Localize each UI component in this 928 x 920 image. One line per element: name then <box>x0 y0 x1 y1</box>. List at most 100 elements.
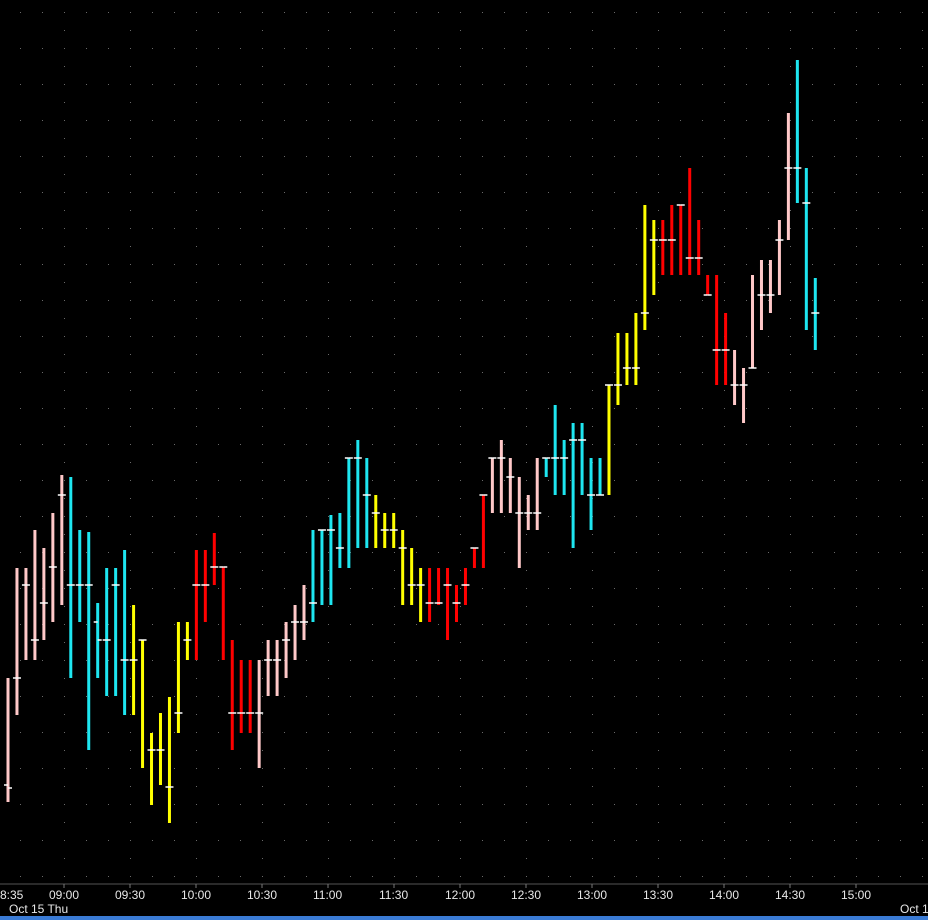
grid-dot <box>438 660 439 661</box>
grid-dot <box>262 282 263 283</box>
grid-dot <box>724 210 725 211</box>
grid-dot <box>482 804 483 805</box>
grid-dot <box>64 606 65 607</box>
grid-dot <box>152 48 153 49</box>
grid-dot <box>394 48 395 49</box>
grid-dot <box>834 588 835 589</box>
grid-dot <box>856 552 857 553</box>
grid-dot <box>20 768 21 769</box>
grid-dot <box>306 624 307 625</box>
grid-dot <box>394 102 395 103</box>
grid-dot <box>64 822 65 823</box>
grid-dot <box>482 732 483 733</box>
grid-dot <box>130 300 131 301</box>
grid-dot <box>350 840 351 841</box>
grid-dot <box>702 156 703 157</box>
scrollbar-strip[interactable] <box>0 916 928 920</box>
grid-dot <box>152 732 153 733</box>
grid-dot <box>86 768 87 769</box>
grid-dot <box>130 102 131 103</box>
grid-dot <box>504 300 505 301</box>
grid-dot <box>152 192 153 193</box>
grid-dot <box>482 156 483 157</box>
grid-dot <box>174 84 175 85</box>
grid-dot <box>64 516 65 517</box>
ohlc-bar <box>21 568 30 660</box>
grid-dot <box>394 120 395 121</box>
grid-dot <box>42 696 43 697</box>
x-tick-label: 11:00 <box>313 888 342 902</box>
grid-dot <box>812 660 813 661</box>
grid-dot <box>922 534 923 535</box>
grid-dot <box>174 660 175 661</box>
grid-dot <box>416 120 417 121</box>
grid-dot <box>218 624 219 625</box>
grid-dot <box>438 228 439 229</box>
grid-dot <box>86 300 87 301</box>
grid-dot <box>724 750 725 751</box>
grid-dot <box>152 84 153 85</box>
grid-dot <box>108 264 109 265</box>
grid-dot <box>790 300 791 301</box>
ohlc-bar <box>802 168 811 330</box>
grid-dot <box>856 606 857 607</box>
grid-dot <box>812 48 813 49</box>
grid-dot <box>790 588 791 589</box>
grid-dot <box>108 696 109 697</box>
ohlc-bar <box>264 640 273 696</box>
ohlc-bar <box>416 568 425 622</box>
ohlc-bar <box>210 533 219 585</box>
grid-dot <box>108 444 109 445</box>
grid-dot <box>658 498 659 499</box>
grid-dot <box>240 552 241 553</box>
ohlc-bar <box>308 530 317 622</box>
grid-dot <box>394 372 395 373</box>
grid-dot <box>768 552 769 553</box>
grid-dot <box>20 696 21 697</box>
grid-dot <box>856 156 857 157</box>
grid-dot <box>614 804 615 805</box>
grid-dot <box>834 12 835 13</box>
grid-dot <box>42 444 43 445</box>
grid-dot <box>856 390 857 391</box>
grid-dot <box>658 264 659 265</box>
grid-dot <box>834 516 835 517</box>
grid-dot <box>20 480 21 481</box>
grid-dot <box>372 624 373 625</box>
grid-dot <box>658 732 659 733</box>
ohlc-bar <box>685 168 694 275</box>
grid-dot <box>394 66 395 67</box>
grid-dot <box>856 30 857 31</box>
grid-dot <box>592 876 593 877</box>
grid-dot <box>790 876 791 877</box>
grid-dot <box>350 660 351 661</box>
grid-dot <box>174 480 175 481</box>
grid-dot <box>196 228 197 229</box>
grid-dot <box>196 336 197 337</box>
grid-dot <box>460 138 461 139</box>
grid-dot <box>152 156 153 157</box>
grid-dot <box>504 732 505 733</box>
grid-dot <box>790 408 791 409</box>
grid-dot <box>548 84 549 85</box>
grid-dot <box>328 552 329 553</box>
grid-dot <box>416 192 417 193</box>
grid-dot <box>20 48 21 49</box>
grid-dot <box>240 516 241 517</box>
grid-dot <box>20 228 21 229</box>
ohlc-bar <box>587 458 596 530</box>
ohlc-bar <box>730 350 739 405</box>
grid-dot <box>438 120 439 121</box>
grid-dot <box>856 696 857 697</box>
ohlc-bar <box>748 275 757 369</box>
grid-dot <box>196 84 197 85</box>
grid-dot <box>394 732 395 733</box>
grid-dot <box>746 372 747 373</box>
grid-dot <box>922 552 923 553</box>
ohlc-bar <box>757 260 766 330</box>
grid-dot <box>812 480 813 481</box>
grid-dot <box>922 786 923 787</box>
grid-dot <box>592 174 593 175</box>
ohlc-bar <box>12 568 21 715</box>
grid-dot <box>548 804 549 805</box>
